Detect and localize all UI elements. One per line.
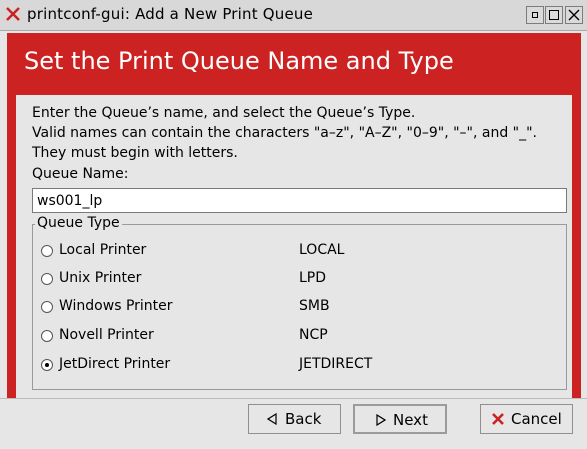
maximize-button[interactable]	[545, 6, 563, 24]
queue-type-option-local[interactable]: Local Printer LOCAL	[40, 241, 560, 261]
red-border-left	[7, 33, 16, 398]
back-button-label: Back	[285, 410, 322, 428]
window-title: printconf-gui: Add a New Print Queue	[27, 5, 314, 23]
close-icon	[568, 9, 580, 21]
cancel-button[interactable]: Cancel	[480, 404, 573, 434]
close-x-icon	[6, 7, 20, 21]
option-label: Windows Printer	[59, 298, 173, 314]
radio-button[interactable]	[41, 301, 53, 313]
queue-name-label: Queue Name:	[32, 166, 129, 182]
option-type: JETDIRECT	[299, 356, 373, 372]
queue-type-option-unix[interactable]: Unix Printer LPD	[40, 269, 560, 289]
next-button-label: Next	[393, 411, 428, 429]
queue-type-legend: Queue Type	[35, 215, 122, 231]
cancel-x-icon	[492, 413, 504, 425]
radio-button[interactable]	[41, 245, 53, 257]
cancel-button-label: Cancel	[511, 410, 562, 428]
radio-button[interactable]	[41, 330, 53, 342]
right-arrow-icon	[376, 414, 386, 426]
page-title: Set the Print Queue Name and Type	[24, 47, 454, 75]
option-label: Novell Printer	[59, 327, 154, 343]
divider	[0, 398, 587, 399]
red-border-right	[572, 33, 581, 398]
queue-type-option-windows[interactable]: Windows Printer SMB	[40, 297, 560, 317]
minimize-button[interactable]	[526, 6, 544, 24]
window-close-button[interactable]	[565, 6, 583, 24]
option-type: NCP	[299, 327, 328, 343]
queue-type-option-novell[interactable]: Novell Printer NCP	[40, 326, 560, 346]
option-label: Unix Printer	[59, 270, 142, 286]
radio-button-selected[interactable]	[41, 359, 53, 371]
queue-type-option-jetdirect[interactable]: JetDirect Printer JETDIRECT	[40, 355, 560, 375]
instruction-line: They must begin with letters.	[32, 145, 238, 161]
radio-button[interactable]	[41, 273, 53, 285]
queue-name-input[interactable]	[32, 188, 567, 213]
option-label: Local Printer	[59, 242, 147, 258]
option-type: LPD	[299, 270, 327, 286]
instruction-line: Enter the Queue’s name, and select the Q…	[32, 105, 416, 121]
option-type: SMB	[299, 298, 330, 314]
instruction-line: Valid names can contain the characters "…	[32, 125, 538, 141]
option-label: JetDirect Printer	[59, 356, 171, 372]
left-arrow-icon	[267, 413, 277, 425]
next-button[interactable]: Next	[353, 404, 447, 434]
window-titlebar[interactable]: printconf-gui: Add a New Print Queue	[0, 0, 587, 31]
option-type: LOCAL	[299, 242, 345, 258]
back-button[interactable]: Back	[248, 404, 341, 434]
page-header: Set the Print Queue Name and Type	[7, 33, 581, 95]
